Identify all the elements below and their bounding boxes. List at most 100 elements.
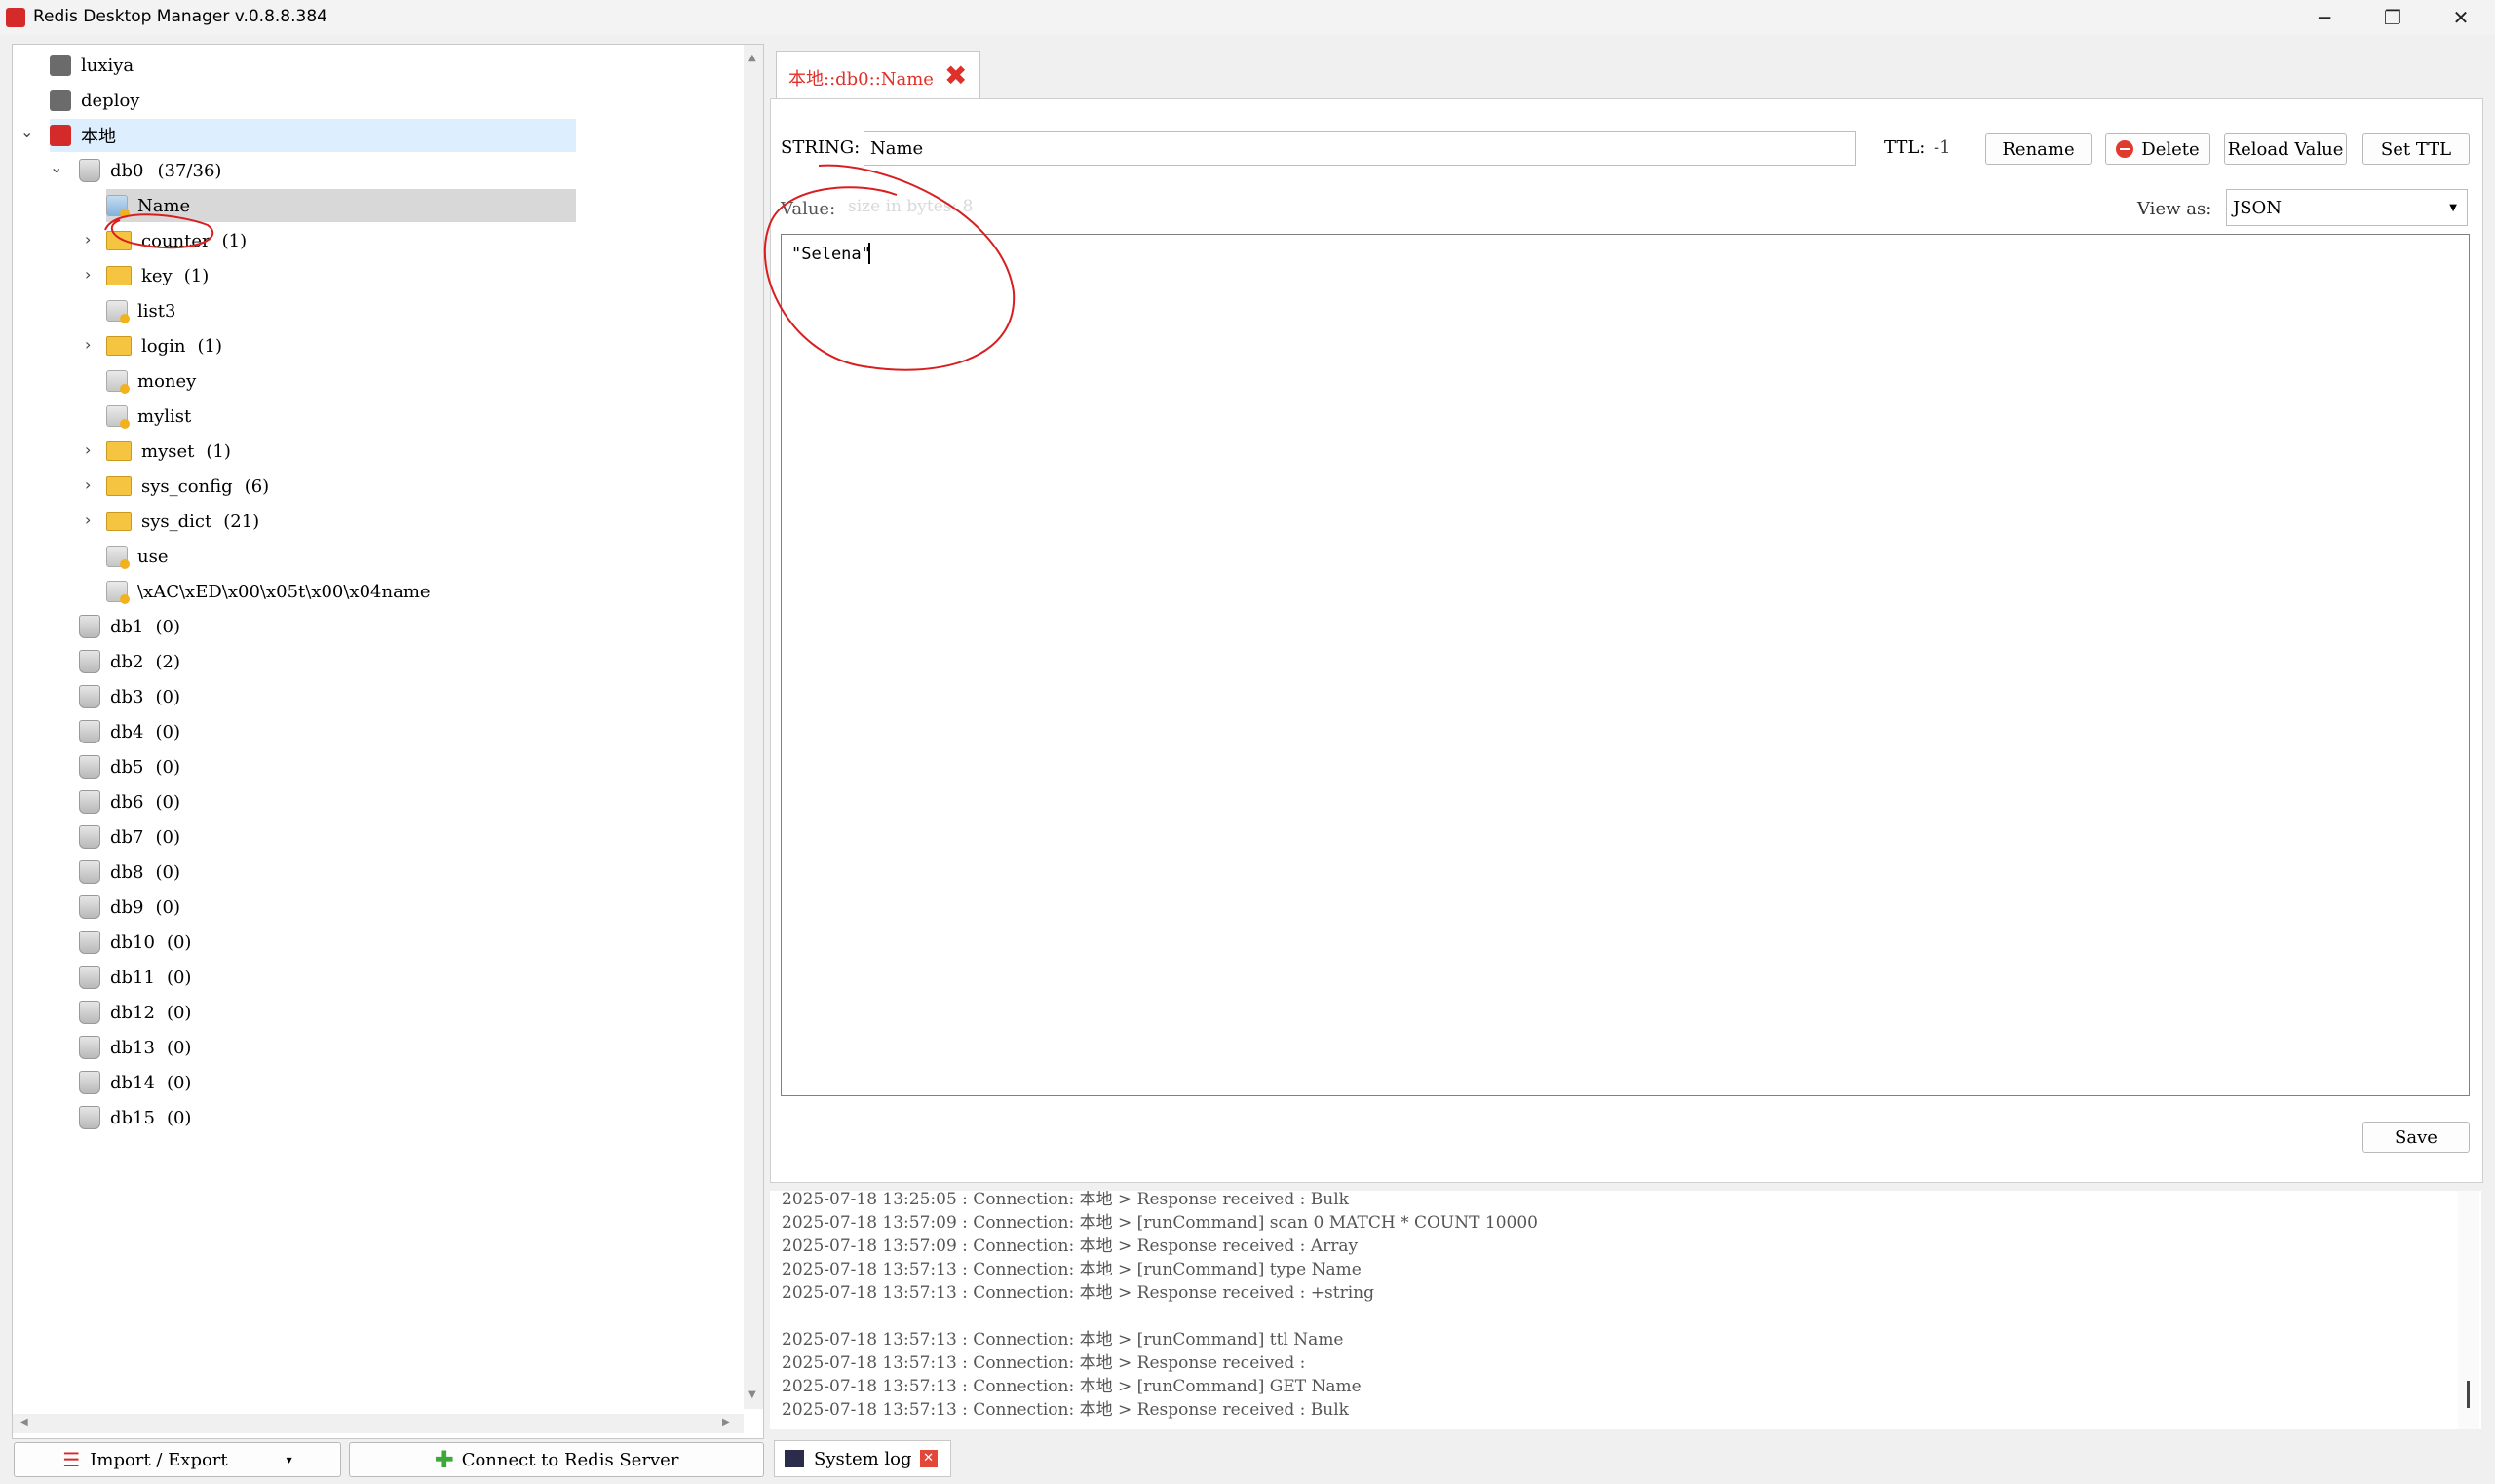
tree-item-database[interactable]: db6 (0) bbox=[79, 785, 180, 818]
connection-tree[interactable]: luxiya deploy ⌄ 本地 ⌄ db0 (37/36) Name › co… bbox=[12, 44, 764, 1439]
horizontal-scrollbar[interactable]: ◀ ▶ bbox=[13, 1414, 744, 1433]
plus-icon: ✚ bbox=[434, 1446, 454, 1473]
tree-item-database[interactable]: db15 (0) bbox=[79, 1101, 191, 1134]
database-icon bbox=[79, 790, 100, 814]
tree-item-label: sys_config bbox=[141, 476, 233, 497]
terminal-icon bbox=[785, 1450, 804, 1467]
tree-item-count: (0) bbox=[155, 791, 181, 813]
tree-item-database[interactable]: db12 (0) bbox=[79, 996, 191, 1029]
import-export-button[interactable]: ☰ Import / Export ▾ bbox=[14, 1442, 341, 1477]
tab-system-log[interactable]: System log ✕ bbox=[774, 1440, 951, 1477]
tree-item-count: (0) bbox=[155, 826, 181, 848]
minimize-button[interactable]: ─ bbox=[2290, 0, 2359, 35]
database-icon bbox=[79, 1106, 100, 1129]
annotation-circle bbox=[763, 164, 1016, 371]
tab-title: 本地::db0::Name bbox=[788, 69, 934, 90]
title-bar bbox=[0, 0, 2495, 35]
tree-item-label: db8 bbox=[110, 861, 144, 883]
tree-item-label: db4 bbox=[110, 721, 144, 742]
tree-item-database[interactable]: db10 (0) bbox=[79, 926, 191, 959]
window-title: Redis Desktop Manager v.0.8.8.384 bbox=[33, 7, 327, 26]
log-scrollbar[interactable] bbox=[2458, 1191, 2479, 1429]
connect-label: Connect to Redis Server bbox=[461, 1449, 679, 1470]
chevron-right-icon[interactable]: › bbox=[85, 511, 91, 529]
database-icon bbox=[79, 1071, 100, 1094]
tree-item-namespace[interactable]: myset (1) bbox=[106, 435, 231, 468]
tree-item-database[interactable]: db4 (0) bbox=[79, 715, 180, 748]
tree-item-database[interactable]: db3 (0) bbox=[79, 680, 180, 713]
tree-item-count: (6) bbox=[244, 476, 270, 497]
reload-label: Reload Value bbox=[2227, 138, 2344, 160]
close-tab-icon[interactable]: ✕ bbox=[919, 1450, 938, 1467]
connect-redis-server-button[interactable]: ✚ Connect to Redis Server bbox=[349, 1442, 764, 1477]
tree-item-database[interactable]: db5 (0) bbox=[79, 750, 180, 783]
folder-icon bbox=[106, 512, 132, 531]
tree-item-count: (0) bbox=[166, 1107, 192, 1128]
database-icon bbox=[79, 650, 100, 673]
tree-item-namespace[interactable]: sys_dict (21) bbox=[106, 505, 259, 538]
tree-item-database[interactable]: db9 (0) bbox=[79, 891, 180, 924]
log-line: 2025-07-18 13:57:13 : Connection: 本地 > [… bbox=[782, 1377, 1362, 1396]
tree-item-label: db7 bbox=[110, 826, 144, 848]
tree-item-namespace[interactable]: sys_config (6) bbox=[106, 470, 269, 503]
set-ttl-label: Set TTL bbox=[2380, 138, 2452, 160]
tree-item-label: db14 bbox=[110, 1072, 155, 1093]
tree-item-label: db5 bbox=[110, 756, 144, 778]
ttl-label: TTL: bbox=[1884, 137, 1926, 158]
database-icon bbox=[79, 1036, 100, 1059]
tree-item-count: (0) bbox=[166, 1002, 192, 1023]
tree-item-count: (0) bbox=[166, 932, 192, 953]
close-window-button[interactable]: ✕ bbox=[2427, 0, 2495, 35]
log-line: 2025-07-18 13:57:13 : Connection: 本地 > R… bbox=[782, 1283, 1374, 1303]
tree-item-label: \xAC\xED\x00\x05t\x00\x04name bbox=[137, 581, 431, 602]
tree-item-count: (0) bbox=[155, 616, 181, 637]
tree-item-label: db3 bbox=[110, 686, 144, 707]
tab-key-name[interactable]: 本地::db0::Name ✖ bbox=[776, 51, 980, 100]
folder-icon bbox=[106, 441, 132, 461]
tree-item-label: db11 bbox=[110, 967, 155, 988]
save-button[interactable]: Save bbox=[2362, 1122, 2470, 1153]
tree-item-database[interactable]: db8 (0) bbox=[79, 856, 180, 889]
tree-item-count: (0) bbox=[155, 861, 181, 883]
tree-item-key[interactable]: use bbox=[106, 540, 168, 573]
database-icon bbox=[79, 755, 100, 779]
database-icon bbox=[79, 720, 100, 743]
log-line: 2025-07-18 13:57:13 : Connection: 本地 > [… bbox=[782, 1260, 1362, 1279]
view-as-value: JSON bbox=[2233, 197, 2283, 218]
tree-item-database[interactable]: db7 (0) bbox=[79, 820, 180, 854]
ttl-value: -1 bbox=[1934, 137, 1951, 158]
close-tab-icon[interactable]: ✖ bbox=[944, 59, 967, 92]
tree-item-database[interactable]: db13 (0) bbox=[79, 1031, 191, 1064]
tree-item-count: (0) bbox=[166, 1072, 192, 1093]
tree-item-label: db15 bbox=[110, 1107, 155, 1128]
tree-item-database[interactable]: db14 (0) bbox=[79, 1066, 191, 1099]
value-editor[interactable]: "Selena" bbox=[781, 234, 2470, 1096]
chevron-right-icon[interactable]: › bbox=[85, 440, 91, 459]
chevron-right-icon[interactable]: › bbox=[85, 476, 91, 494]
view-as-select[interactable]: JSON ▼ bbox=[2226, 189, 2468, 226]
database-icon bbox=[79, 966, 100, 989]
view-as-label: View as: bbox=[2137, 199, 2212, 219]
restore-button[interactable]: ❐ bbox=[2359, 0, 2427, 35]
delete-button[interactable]: Delete bbox=[2105, 133, 2210, 165]
reload-value-button[interactable]: Reload Value bbox=[2224, 133, 2347, 165]
tree-item-database[interactable]: db2 (2) bbox=[79, 645, 180, 678]
tree-item-label: db6 bbox=[110, 791, 144, 813]
tree-item-database[interactable]: db11 (0) bbox=[79, 961, 191, 994]
tree-item-key[interactable]: \xAC\xED\x00\x05t\x00\x04name bbox=[106, 575, 431, 608]
database-icon bbox=[79, 825, 100, 849]
tree-item-count: (0) bbox=[166, 1037, 192, 1058]
tree-item-count: (0) bbox=[155, 686, 181, 707]
log-line: 2025-07-18 13:57:13 : Connection: 本地 > [… bbox=[782, 1330, 1344, 1350]
tree-item-label: db2 bbox=[110, 651, 144, 672]
set-ttl-button[interactable]: Set TTL bbox=[2362, 133, 2470, 165]
database-icon bbox=[79, 685, 100, 708]
rename-button[interactable]: Rename bbox=[1985, 133, 2092, 165]
folder-icon bbox=[106, 476, 132, 496]
tree-item-count: (0) bbox=[155, 756, 181, 778]
chevron-down-icon: ▾ bbox=[286, 1453, 292, 1466]
key-type-label: STRING: bbox=[781, 137, 861, 158]
import-export-label: Import / Export bbox=[90, 1449, 228, 1470]
tree-item-database[interactable]: db1 (0) bbox=[79, 610, 180, 643]
tree-item-label: db9 bbox=[110, 896, 144, 918]
